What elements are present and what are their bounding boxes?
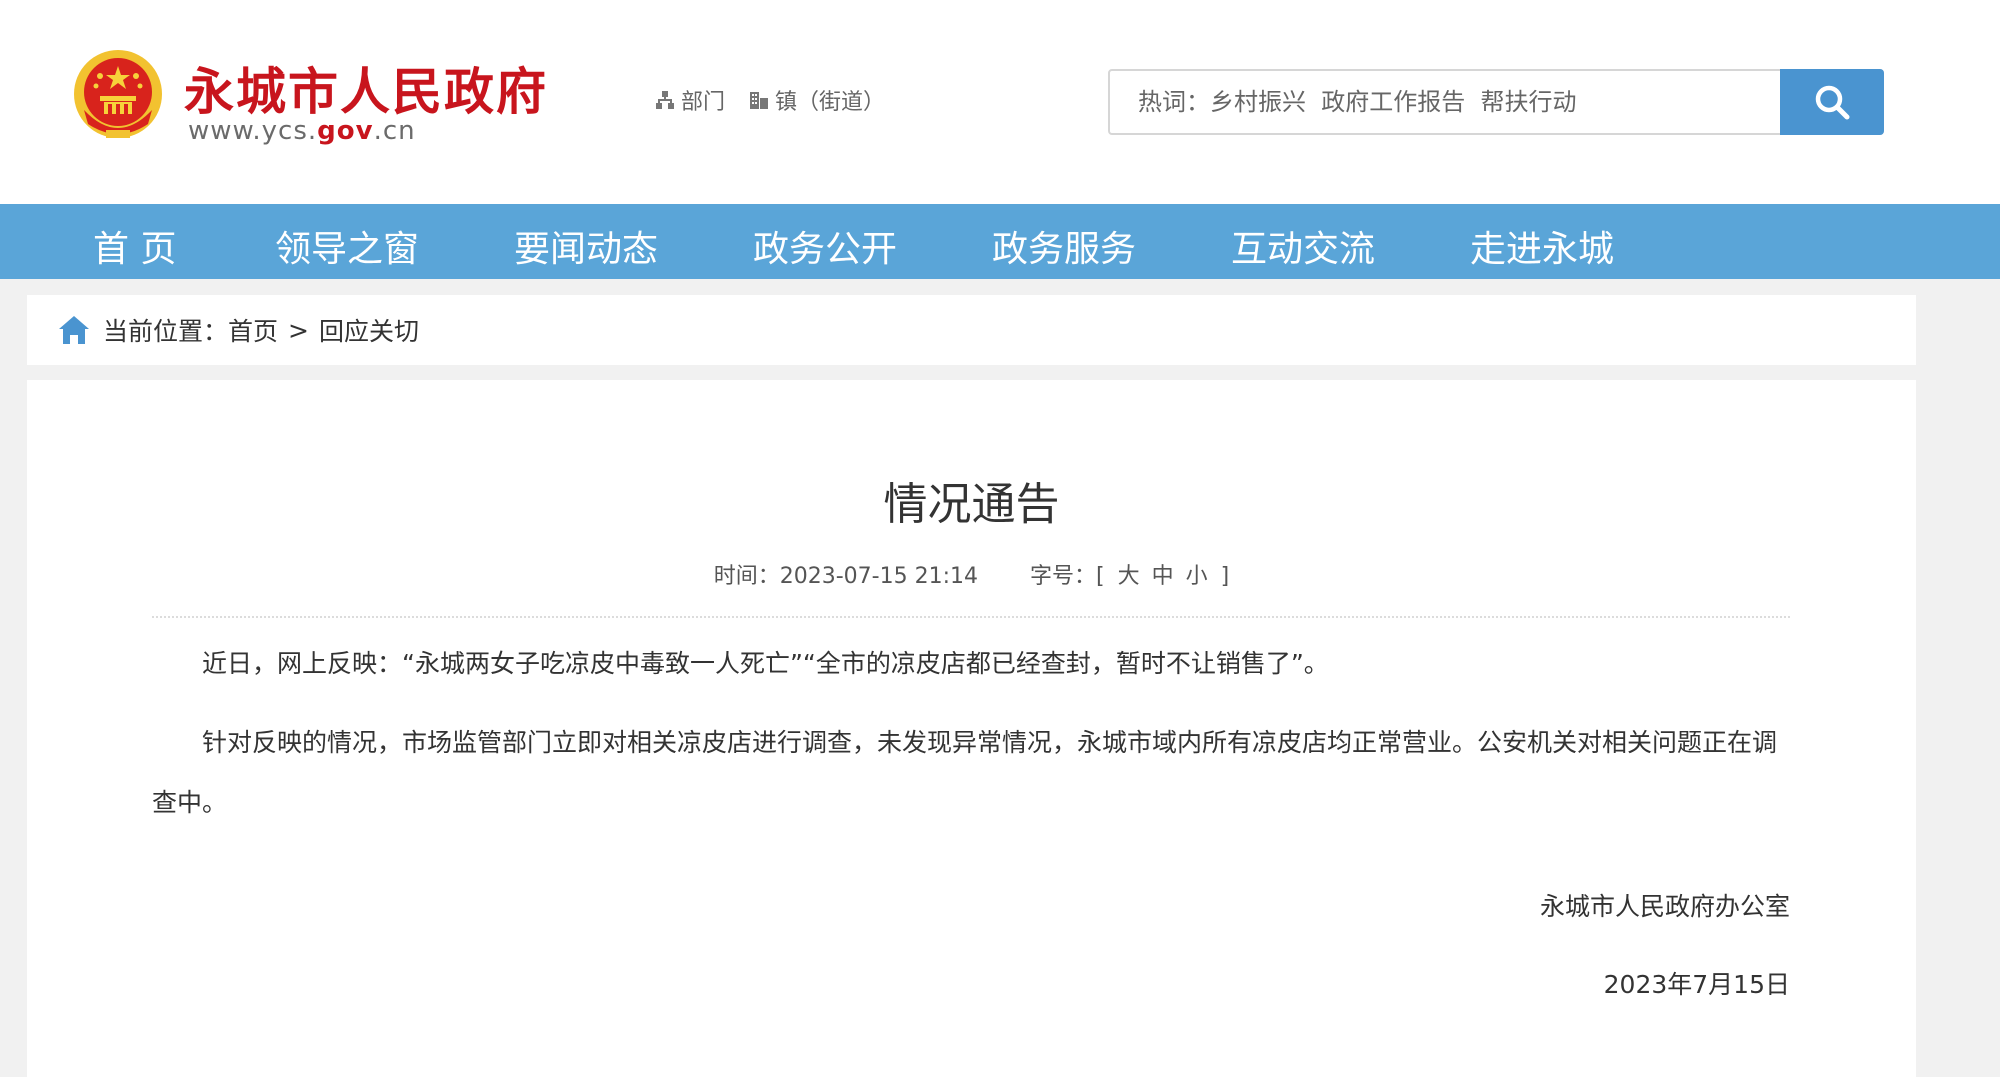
- quick-link-departments[interactable]: 部门: [655, 84, 725, 116]
- font-size-medium-link[interactable]: 中: [1152, 564, 1174, 589]
- building-icon: [750, 92, 769, 109]
- font-size-open-bracket: [: [1096, 564, 1105, 589]
- time-label: 时间：: [713, 564, 780, 589]
- main-nav: 首 页 领导之窗 要闻动态 政务公开 政务服务 互动交流 走进永城: [0, 204, 2000, 279]
- home-icon: [59, 316, 89, 344]
- search-input[interactable]: [1110, 71, 1778, 133]
- article-container: 情况通告 时间：2023-07-15 21:14 字号：[ 大中小 ] 近日，网上…: [27, 380, 1916, 1077]
- quick-link-towns[interactable]: 镇（街道）: [749, 84, 885, 116]
- article-paragraph: 针对反映的情况，市场监管部门立即对相关凉皮店进行调查，未发现异常情况，永城市域内…: [152, 728, 1778, 817]
- site-url-prefix: www.ycs.: [188, 116, 318, 146]
- divider: [152, 616, 1790, 618]
- nav-item-interaction[interactable]: 互动交流: [1231, 220, 1375, 272]
- article-paragraph: 近日，网上反映：“永城两女子吃凉皮中毒致一人死亡”“全市的凉皮店都已经查封，暂时…: [202, 649, 1329, 678]
- nav-item-news[interactable]: 要闻动态: [514, 220, 658, 272]
- font-size-close-bracket: ]: [1220, 564, 1230, 589]
- article-signature: 永城市人民政府办公室: [1539, 892, 1790, 921]
- quick-link-towns-label: 镇（街道）: [775, 90, 886, 115]
- breadcrumb-home-link[interactable]: 首页: [228, 312, 278, 348]
- national-emblem-logo[interactable]: [70, 46, 166, 146]
- site-url-suffix: .cn: [373, 116, 416, 146]
- article-title: 情况通告: [883, 479, 1060, 530]
- font-size-large-link[interactable]: 大: [1118, 564, 1140, 589]
- font-size-small-link[interactable]: 小: [1186, 564, 1208, 589]
- search-box: [1108, 69, 1884, 135]
- org-chart-icon: [656, 91, 674, 109]
- nav-item-gov-affairs[interactable]: 政务公开: [753, 220, 897, 272]
- nav-item-about-yongcheng[interactable]: 走进永城: [1470, 220, 1614, 272]
- time-value: 2023-07-15 21:14: [779, 564, 978, 589]
- site-url: www.ycs.gov.cn: [188, 116, 416, 146]
- search-button[interactable]: [1780, 69, 1884, 135]
- site-title[interactable]: 永城市人民政府: [184, 52, 548, 124]
- nav-item-gov-services[interactable]: 政务服务: [992, 220, 1136, 272]
- article-meta: 时间：2023-07-15 21:14 字号：[ 大中小 ]: [27, 558, 1916, 590]
- search-icon: [1815, 85, 1850, 120]
- site-header: 永城市人民政府 www.ycs.gov.cn 部门 镇（街道） 热词：乡村振兴 …: [0, 0, 2000, 204]
- article-date: 2023年7月15日: [1603, 970, 1790, 999]
- breadcrumb-separator: >: [288, 315, 309, 345]
- nav-item-leaders[interactable]: 领导之窗: [275, 220, 419, 272]
- breadcrumb-current-link[interactable]: 回应关切: [319, 312, 419, 348]
- breadcrumb: 当前位置： 首页 > 回应关切: [27, 295, 1916, 365]
- quick-links: 部门 镇（街道）: [655, 84, 885, 116]
- breadcrumb-prefix: 当前位置：: [103, 317, 229, 346]
- nav-item-home[interactable]: 首 页: [93, 220, 176, 272]
- quick-link-departments-label: 部门: [681, 90, 726, 115]
- site-url-gov: gov: [317, 116, 374, 146]
- font-size-label: 字号：: [1030, 564, 1097, 589]
